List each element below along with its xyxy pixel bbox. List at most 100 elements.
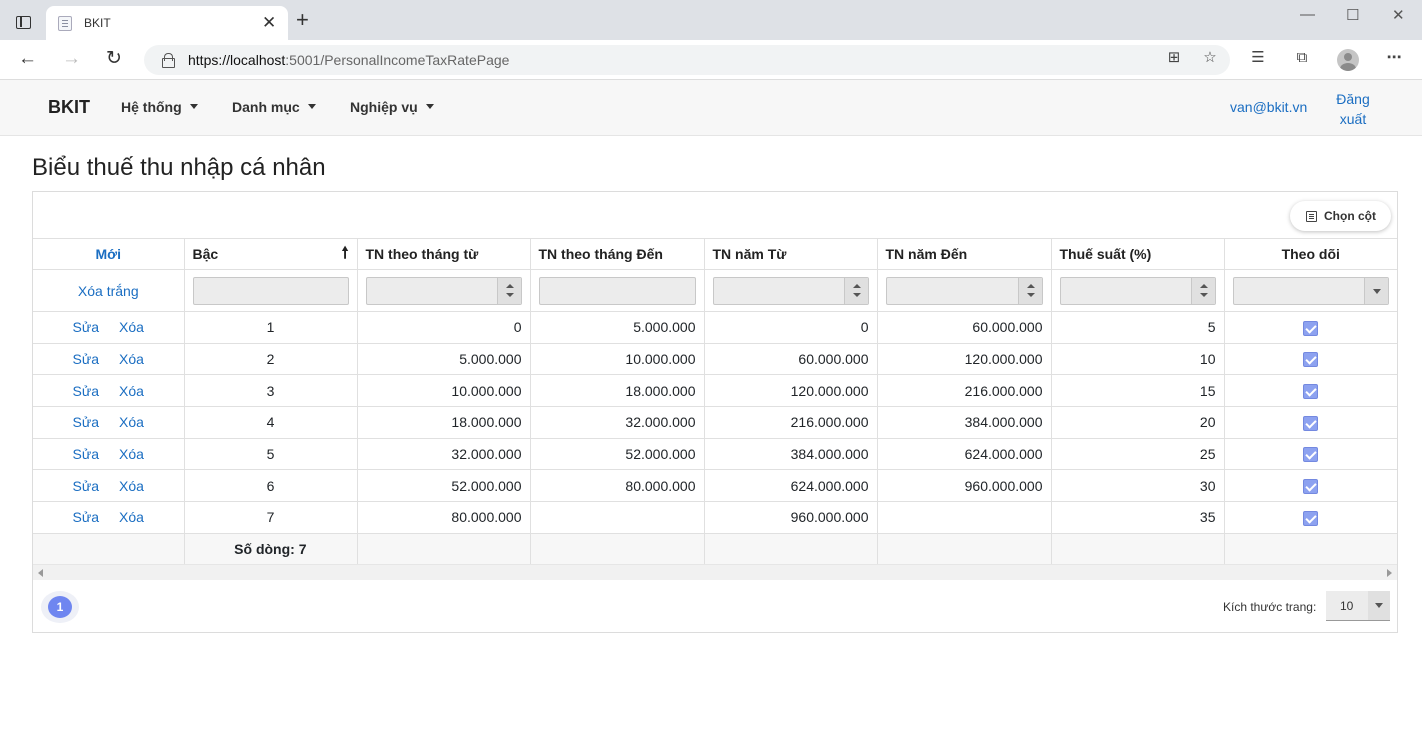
spinner-icon[interactable] (496, 277, 521, 304)
profile-avatar-icon[interactable] (1337, 49, 1359, 71)
app-navbar: BKIT Hệ thống Danh mục Nghiệp vụ van@bki… (0, 80, 1422, 136)
cell-month-to: 32.000.000 (529, 406, 704, 439)
column-header-year-from[interactable]: TN năm Từ (703, 238, 877, 270)
window-close-icon[interactable]: ✕ (1392, 6, 1405, 24)
filter-level-input[interactable] (192, 276, 349, 305)
edit-button[interactable]: Sửa (73, 509, 100, 525)
edit-button[interactable]: Sửa (73, 319, 100, 335)
page-size-select[interactable]: 10 (1326, 591, 1390, 621)
checkbox-checked-icon[interactable] (1303, 384, 1319, 400)
spinner-icon[interactable] (843, 277, 868, 304)
edit-button[interactable]: Sửa (73, 414, 100, 430)
cell-year-from: 60.000.000 (703, 342, 877, 375)
delete-button[interactable]: Xóa (119, 383, 144, 399)
scroll-right-icon[interactable] (1387, 569, 1392, 577)
grid-table: Mới Bậc 🠕 TN theo tháng từ TN theo tháng … (33, 238, 1397, 565)
app-grid-icon[interactable]: ⊞ (1165, 49, 1183, 67)
new-tab-icon[interactable]: + (296, 9, 309, 31)
column-header-month-from[interactable]: TN theo tháng từ (356, 238, 530, 270)
checkbox-checked-icon[interactable] (1303, 510, 1319, 526)
tab-close-icon[interactable]: ✕ (262, 13, 276, 33)
favorite-add-icon[interactable]: ☆ (1201, 49, 1219, 67)
minimize-icon[interactable]: — (1300, 6, 1315, 23)
cell-rate: 5 (1050, 311, 1224, 344)
cell-year-to: 60.000.000 (876, 311, 1051, 344)
checkbox-checked-icon[interactable] (1303, 352, 1319, 368)
cell-level: 5 (183, 437, 357, 470)
url-input[interactable]: https://localhost:5001/PersonalIncomeTax… (144, 45, 1230, 75)
checkbox-checked-icon[interactable] (1303, 415, 1319, 431)
cell-month-to: 10.000.000 (529, 342, 704, 375)
tab-actions-icon[interactable] (16, 16, 31, 29)
filter-tracked-select[interactable] (1232, 276, 1389, 305)
pager-page-button[interactable]: 1 (41, 591, 79, 623)
filter-rate-input[interactable] (1059, 276, 1216, 305)
cell-year-from: 384.000.000 (703, 437, 877, 470)
edit-button[interactable]: Sửa (73, 446, 100, 462)
delete-button[interactable]: Xóa (119, 319, 144, 335)
new-button[interactable]: Mới (95, 246, 121, 262)
column-header-level[interactable]: Bậc 🠕 (183, 238, 357, 270)
cell-tracked (1223, 374, 1397, 407)
maximize-icon[interactable]: ☐ (1346, 6, 1359, 24)
forward-icon[interactable]: → (62, 48, 81, 70)
cell-rate: 25 (1050, 437, 1224, 470)
cell-year-to: 216.000.000 (876, 374, 1051, 407)
cell-month-from: 18.000.000 (356, 406, 530, 439)
column-header-rate[interactable]: Thuế suất (%) (1050, 238, 1224, 270)
clear-filter-button[interactable]: Xóa trắng (41, 283, 176, 299)
chevron-down-icon[interactable] (1368, 591, 1390, 620)
more-menu-icon[interactable]: ⋯ (1385, 49, 1403, 67)
cell-tracked (1223, 406, 1397, 439)
edit-button[interactable]: Sửa (73, 383, 100, 399)
chevron-down-icon (425, 104, 434, 109)
horizontal-scrollbar[interactable] (33, 564, 1397, 580)
menu-catalog[interactable]: Danh mục (232, 99, 316, 115)
chevron-down-icon[interactable] (1364, 277, 1388, 304)
columns-icon (1306, 211, 1317, 222)
favorites-icon[interactable]: ☰ (1249, 49, 1267, 67)
checkbox-checked-icon[interactable] (1303, 320, 1319, 336)
column-header-tracked[interactable]: Theo dõi (1223, 238, 1397, 270)
back-icon[interactable]: ← (18, 48, 37, 70)
user-account-link[interactable]: van@bkit.vn (1230, 99, 1307, 115)
delete-button[interactable]: Xóa (119, 351, 144, 367)
checkbox-checked-icon[interactable] (1303, 447, 1319, 463)
header-row: Mới Bậc 🠕 TN theo tháng từ TN theo tháng … (33, 238, 1397, 270)
filter-month-to-input[interactable] (538, 276, 696, 305)
cell-tracked (1223, 501, 1397, 534)
browser-tab[interactable]: BKIT ✕ (46, 6, 288, 40)
chevron-down-icon (307, 104, 316, 109)
logout-link[interactable]: Đăng xuất (1330, 89, 1376, 129)
delete-button[interactable]: Xóa (119, 478, 144, 494)
menu-operations[interactable]: Nghiệp vụ (350, 99, 434, 115)
cell-level: 4 (183, 406, 357, 439)
brand-logo[interactable]: BKIT (48, 97, 90, 118)
checkbox-checked-icon[interactable] (1303, 479, 1319, 495)
column-header-month-to[interactable]: TN theo tháng Đến (529, 238, 704, 270)
cell-year-from: 216.000.000 (703, 406, 877, 439)
collections-icon[interactable]: ⧉ (1293, 49, 1311, 67)
cell-year-to: 960.000.000 (876, 469, 1051, 502)
edit-button[interactable]: Sửa (73, 351, 100, 367)
spinner-icon[interactable] (1017, 277, 1042, 304)
column-header-year-to[interactable]: TN năm Đến (876, 238, 1051, 270)
delete-button[interactable]: Xóa (119, 414, 144, 430)
cell-year-to: 624.000.000 (876, 437, 1051, 470)
tab-title: BKIT (84, 16, 111, 30)
filter-month-from-input[interactable] (365, 276, 522, 305)
tax-rate-grid: Chọn cột Mới Bậc 🠕 TN theo tháng từ TN th… (32, 191, 1398, 633)
delete-button[interactable]: Xóa (119, 446, 144, 462)
edit-button[interactable]: Sửa (73, 478, 100, 494)
page-favicon-icon (58, 16, 72, 31)
scroll-left-icon[interactable] (38, 569, 43, 577)
url-text: https://localhost:5001/PersonalIncomeTax… (188, 52, 510, 68)
filter-year-from-input[interactable] (712, 276, 869, 305)
column-chooser-button[interactable]: Chọn cột (1290, 201, 1391, 231)
new-record-header[interactable]: Mới (33, 238, 184, 270)
delete-button[interactable]: Xóa (119, 509, 144, 525)
filter-year-to-input[interactable] (885, 276, 1043, 305)
spinner-icon[interactable] (1190, 277, 1215, 304)
menu-system[interactable]: Hệ thống (121, 99, 198, 115)
refresh-icon[interactable]: ↻ (106, 48, 122, 70)
